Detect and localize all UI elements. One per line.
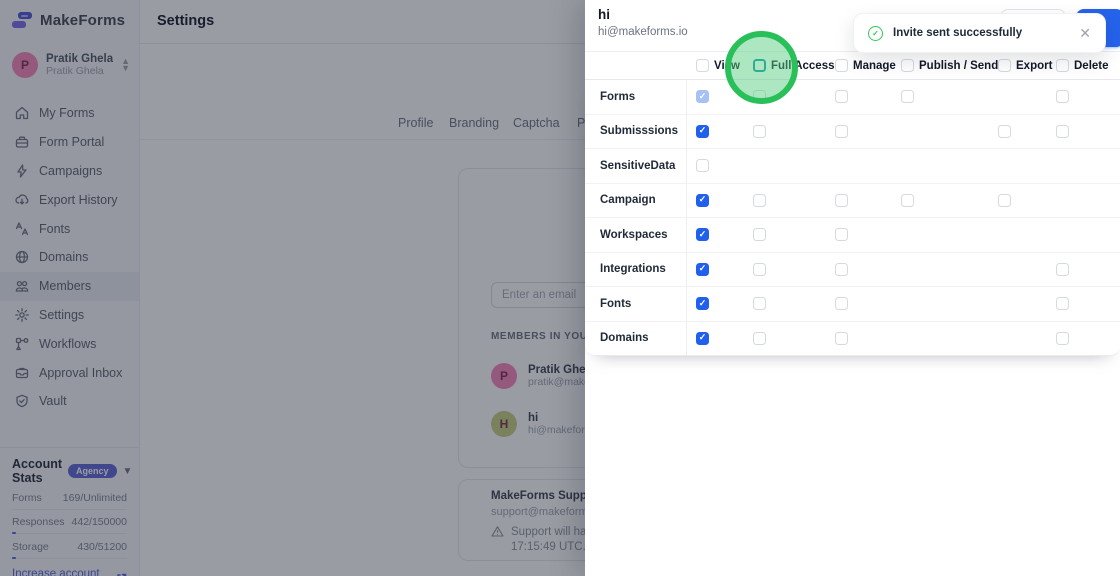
permission-row-integrations: Integrations bbox=[585, 253, 1120, 287]
permission-row-forms: Forms bbox=[585, 80, 1120, 115]
view-checkbox[interactable] bbox=[696, 228, 709, 242]
view-checkbox[interactable] bbox=[696, 193, 709, 207]
delete-checkbox[interactable] bbox=[1056, 59, 1069, 72]
row-label: SensitiveData bbox=[600, 159, 676, 172]
manage-checkbox[interactable] bbox=[835, 297, 848, 311]
full-access-checkbox[interactable] bbox=[753, 90, 766, 104]
column-label-view: View bbox=[714, 59, 740, 72]
manage-checkbox[interactable] bbox=[835, 228, 848, 242]
full-access-checkbox[interactable] bbox=[753, 331, 766, 345]
manage-checkbox[interactable] bbox=[835, 59, 848, 72]
toast: ✓ Invite sent successfully ✕ bbox=[853, 13, 1106, 53]
full-access-checkbox[interactable] bbox=[753, 297, 766, 311]
delete-checkbox[interactable] bbox=[1056, 262, 1069, 276]
full-access-checkbox[interactable] bbox=[753, 59, 766, 72]
publish-send-checkbox[interactable] bbox=[901, 193, 914, 207]
row-label: Workspaces bbox=[600, 228, 668, 241]
delete-checkbox[interactable] bbox=[1056, 297, 1069, 311]
export-checkbox[interactable] bbox=[998, 59, 1011, 72]
view-checkbox[interactable] bbox=[696, 159, 709, 173]
invitee-name: hi bbox=[598, 7, 610, 22]
permissions-drawer: hi hi@makeforms.io View Full Access Manage… bbox=[585, 0, 1120, 576]
permission-row-submisssions: Submisssions bbox=[585, 115, 1120, 149]
export-checkbox[interactable] bbox=[998, 124, 1011, 138]
publish-send-checkbox[interactable] bbox=[901, 59, 914, 72]
manage-checkbox[interactable] bbox=[835, 193, 848, 207]
column-label-manage: Manage bbox=[853, 59, 896, 72]
full-access-checkbox[interactable] bbox=[753, 262, 766, 276]
permission-row-domains: Domains bbox=[585, 322, 1120, 356]
manage-checkbox[interactable] bbox=[835, 124, 848, 138]
permission-row-sensitivedata: SensitiveData bbox=[585, 149, 1120, 184]
row-label: Campaign bbox=[600, 194, 656, 207]
manage-checkbox[interactable] bbox=[835, 331, 848, 345]
success-check-icon: ✓ bbox=[868, 25, 883, 41]
row-label: Submisssions bbox=[600, 125, 678, 138]
column-label-export: Export bbox=[1016, 59, 1053, 72]
permission-row-campaign: Campaign bbox=[585, 184, 1120, 218]
permission-row-workspaces: Workspaces bbox=[585, 218, 1120, 253]
view-checkbox[interactable] bbox=[696, 124, 709, 138]
manage-checkbox[interactable] bbox=[835, 262, 848, 276]
view-checkbox[interactable] bbox=[696, 262, 709, 276]
column-label-delete: Delete bbox=[1074, 59, 1109, 72]
manage-checkbox[interactable] bbox=[835, 90, 848, 104]
delete-checkbox[interactable] bbox=[1056, 331, 1069, 345]
toast-close-icon[interactable]: ✕ bbox=[1079, 25, 1091, 42]
full-access-checkbox[interactable] bbox=[753, 228, 766, 242]
invitee-email: hi@makeforms.io bbox=[598, 26, 688, 38]
row-label: Fonts bbox=[600, 297, 632, 310]
delete-checkbox[interactable] bbox=[1056, 124, 1069, 138]
toast-message: Invite sent successfully bbox=[893, 27, 1023, 39]
column-label-publish-send: Publish / Send bbox=[919, 59, 999, 72]
view-checkbox[interactable] bbox=[696, 331, 709, 345]
permissions-header-row: View Full Access Manage Publish / Send Expor… bbox=[585, 51, 1120, 80]
full-access-checkbox[interactable] bbox=[753, 193, 766, 207]
permission-row-fonts: Fonts bbox=[585, 287, 1120, 322]
view-checkbox[interactable] bbox=[696, 297, 709, 311]
delete-checkbox[interactable] bbox=[1056, 90, 1069, 104]
row-label: Forms bbox=[600, 90, 636, 103]
modal-dim-overlay[interactable] bbox=[0, 0, 585, 576]
column-label-full-access: Full Access bbox=[771, 59, 835, 72]
row-label: Integrations bbox=[600, 263, 666, 276]
view-checkbox[interactable] bbox=[696, 59, 709, 72]
full-access-checkbox[interactable] bbox=[753, 124, 766, 138]
permissions-table: View Full Access Manage Publish / Send Expor… bbox=[585, 51, 1120, 356]
view-checkbox[interactable] bbox=[696, 90, 709, 104]
export-checkbox[interactable] bbox=[998, 193, 1011, 207]
row-label: Domains bbox=[600, 332, 649, 345]
publish-send-checkbox[interactable] bbox=[901, 90, 914, 104]
